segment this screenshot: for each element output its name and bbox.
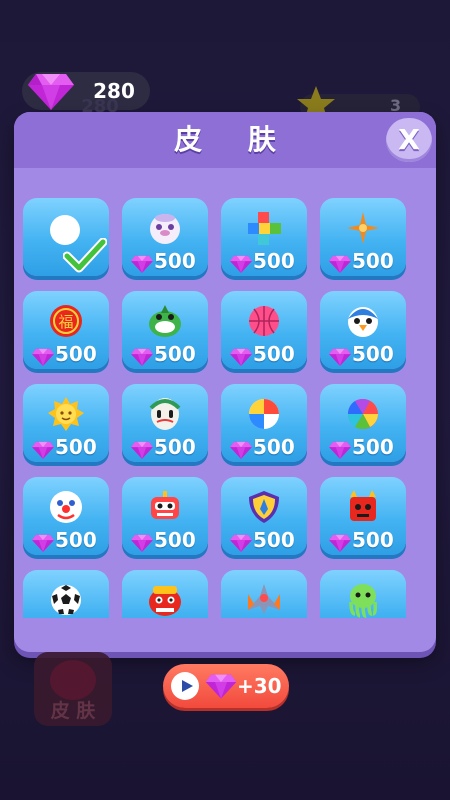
gem-icon — [31, 533, 55, 553]
gem-icon — [130, 440, 154, 460]
skin-menu-label: 皮 肤 — [50, 700, 96, 722]
svg-text:福: 福 — [58, 313, 73, 331]
beach-ball-icon — [246, 396, 282, 432]
gem-icon — [229, 254, 253, 274]
skin-tile[interactable]: 500 — [122, 198, 208, 276]
skin-price: 500 — [154, 435, 196, 459]
skin-tile[interactable]: 500 — [122, 477, 208, 555]
shield-badge-icon — [246, 489, 282, 525]
skin-tile[interactable]: 500 — [320, 291, 406, 369]
skin-tile[interactable] — [320, 570, 406, 618]
gem-icon — [31, 440, 55, 460]
skin-price: 500 — [352, 435, 394, 459]
play-icon — [171, 672, 199, 700]
skin-price: 500 — [253, 342, 295, 366]
gem-icon — [130, 533, 154, 553]
rainbow-wheel-icon — [345, 396, 381, 432]
skin-tile[interactable]: 500 — [221, 384, 307, 462]
gem-icon — [229, 440, 253, 460]
fu-lucky-icon: 福 — [48, 303, 84, 339]
gem-icon — [229, 347, 253, 367]
gem-icon — [229, 533, 253, 553]
skin-tile[interactable]: 500 — [320, 477, 406, 555]
robot-face-icon — [147, 489, 183, 525]
clown-face-icon — [48, 489, 84, 525]
red-devil-icon — [345, 489, 381, 525]
octopus-icon — [345, 582, 381, 618]
watch-ad-button[interactable]: +30 — [163, 664, 289, 708]
ad-reward-amount: +30 — [237, 674, 282, 698]
gem-icon — [130, 254, 154, 274]
modal-title: 皮 肤 — [174, 123, 294, 156]
seal-face-icon — [147, 210, 183, 246]
skin-price: 500 — [55, 528, 97, 552]
checkmark-icon — [62, 237, 108, 274]
skin-price: 500 — [154, 249, 196, 273]
skin-price: 500 — [253, 528, 295, 552]
green-monster-icon — [147, 303, 183, 339]
mask-face-icon — [147, 396, 183, 432]
lion-dance-icon — [147, 582, 183, 618]
skin-tile[interactable]: 福 500 — [23, 291, 109, 369]
gem-icon — [205, 672, 237, 700]
spaceship-icon — [246, 582, 282, 618]
skin-price: 500 — [253, 435, 295, 459]
close-button[interactable]: X — [386, 118, 432, 162]
skin-tile[interactable] — [221, 570, 307, 618]
penguin-face-icon — [345, 303, 381, 339]
skin-price: 500 — [253, 249, 295, 273]
skin-price: 500 — [55, 435, 97, 459]
skin-modal: 皮 肤 X 500 500 500 福 500 500 500 500 500 500 500 500… — [14, 112, 436, 652]
skin-price: 500 — [55, 342, 97, 366]
sun-face-icon — [48, 396, 84, 432]
skin-tile[interactable]: 500 — [23, 477, 109, 555]
skin-price: 500 — [154, 342, 196, 366]
skin-tile[interactable] — [122, 570, 208, 618]
skin-tile[interactable] — [23, 570, 109, 618]
gem-icon — [328, 440, 352, 460]
skin-tile[interactable]: 500 — [221, 291, 307, 369]
skin-tile[interactable]: 500 — [320, 198, 406, 276]
skin-tile[interactable]: 500 — [122, 291, 208, 369]
shuriken-icon — [345, 210, 381, 246]
skin-tile[interactable] — [23, 198, 109, 276]
skin-tile[interactable]: 500 — [122, 384, 208, 462]
gem-icon — [328, 533, 352, 553]
skin-menu-button: 皮 肤 — [34, 652, 112, 726]
modal-header: 皮 肤 X — [14, 112, 436, 168]
skin-tile[interactable]: 500 — [221, 198, 307, 276]
gem-icon — [328, 254, 352, 274]
soccer-ball-icon — [48, 582, 84, 618]
gem-icon — [31, 347, 55, 367]
skin-price: 500 — [352, 342, 394, 366]
skin-price: 500 — [352, 249, 394, 273]
gem-icon — [328, 347, 352, 367]
skin-tile[interactable]: 500 — [23, 384, 109, 462]
gem-icon — [130, 347, 154, 367]
skin-tile[interactable]: 500 — [221, 477, 307, 555]
modal-footer — [14, 618, 436, 652]
skin-tile[interactable]: 500 — [320, 384, 406, 462]
skin-price: 500 — [352, 528, 394, 552]
skin-price: 500 — [154, 528, 196, 552]
color-blocks-icon — [246, 210, 282, 246]
skin-preview-icon — [50, 660, 96, 700]
basketball-icon — [246, 303, 282, 339]
skin-grid[interactable]: 500 500 500 福 500 500 500 500 500 500 500 500 500 500… — [14, 192, 436, 618]
